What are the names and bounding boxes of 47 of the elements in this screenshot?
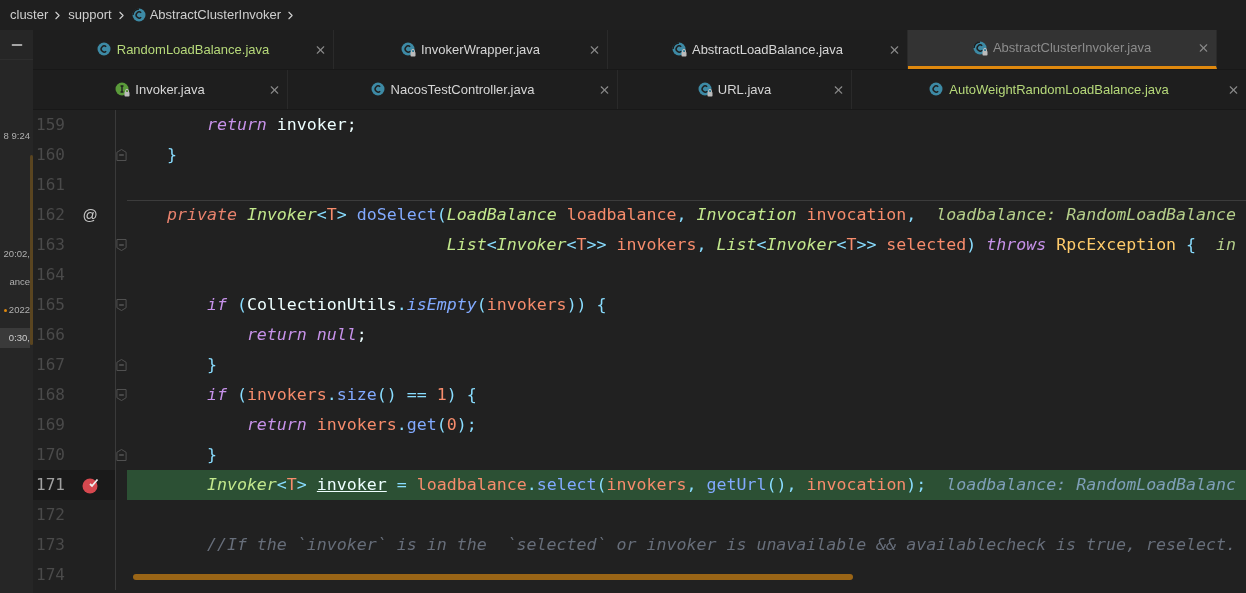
close-icon[interactable]: [1197, 41, 1210, 55]
breadcrumb-item[interactable]: AbstractClusterInvoker: [149, 5, 282, 25]
editor-tab[interactable]: RandomLoadBalance.java: [33, 30, 334, 69]
code-comment: //If the `invoker` is in the `selected` or invoker is unavailable && availablecheck is true, reselect.: [205, 536, 1236, 554]
code-line: if (invokers.size() == 1) {: [205, 386, 477, 404]
fold-icon[interactable]: [116, 388, 127, 402]
editor-tab[interactable]: InvokerWrapper.java: [334, 30, 608, 69]
code-line: return invokers.get(0);: [245, 416, 477, 434]
history-entry[interactable]: 0:30,: [0, 328, 30, 348]
fold-icon[interactable]: [116, 238, 127, 252]
horizontal-scrollbar-thumb[interactable]: [133, 574, 853, 580]
close-icon[interactable]: [832, 83, 845, 96]
editor-tab[interactable]: AbstractClusterInvoker.java: [908, 30, 1217, 69]
editor-tab[interactable]: NacosTestController.java: [288, 70, 618, 109]
fold-icon[interactable]: [116, 148, 127, 162]
code-line: return null;: [245, 326, 367, 344]
close-icon[interactable]: [598, 83, 611, 96]
code-line: if (CollectionUtils.isEmpty(invokers)) {: [205, 296, 607, 314]
close-icon[interactable]: [888, 43, 901, 56]
breadcrumb-item[interactable]: support: [68, 5, 112, 25]
close-icon[interactable]: [1227, 83, 1240, 96]
code-line: }: [205, 356, 217, 374]
code-line: }: [165, 146, 177, 164]
line-number: 171: [35, 474, 65, 496]
history-entry[interactable]: 8 9:24: [0, 126, 30, 146]
fold-icon[interactable]: [116, 298, 127, 312]
override-marker[interactable]: @: [82, 203, 98, 227]
breadcrumb-item[interactable]: cluster: [10, 5, 49, 25]
close-icon[interactable]: [268, 83, 281, 96]
scrollbar-thumb[interactable]: [30, 155, 33, 345]
code-line: Invoker<T> invoker = loadbalance.select(invokers, getUrl(), invocation); loadbalance: RandomLoadBalanc: [205, 476, 1237, 494]
code-editor[interactable]: [33, 110, 1246, 593]
editor-tab[interactable]: AutoWeightRandomLoadBalance.java: [852, 70, 1246, 109]
close-icon[interactable]: [588, 43, 601, 56]
history-entry[interactable]: 20:02,: [0, 244, 30, 264]
code-line: return invoker;: [205, 116, 357, 134]
history-entry[interactable]: ance: [0, 272, 30, 292]
code-line: private Invoker<T> doSelect(LoadBalance loadbalance, Invocation invocation, loadbalance: RandomLoadBalance: [165, 207, 1237, 224]
close-icon[interactable]: [314, 43, 327, 56]
fold-icon[interactable]: [116, 448, 127, 462]
history-entry[interactable]: 2022: [0, 300, 30, 320]
code-line: }: [205, 446, 217, 464]
editor-tab[interactable]: URL.java: [618, 70, 852, 109]
code-line: List<Invoker<T>> invokers, List<Invoker<T>> selected) throws RpcException { in: [445, 236, 1237, 254]
fold-icon[interactable]: [116, 358, 127, 372]
editor-tab[interactable]: Invoker.java: [33, 70, 288, 109]
breakpoint-icon[interactable]: [81, 476, 99, 494]
